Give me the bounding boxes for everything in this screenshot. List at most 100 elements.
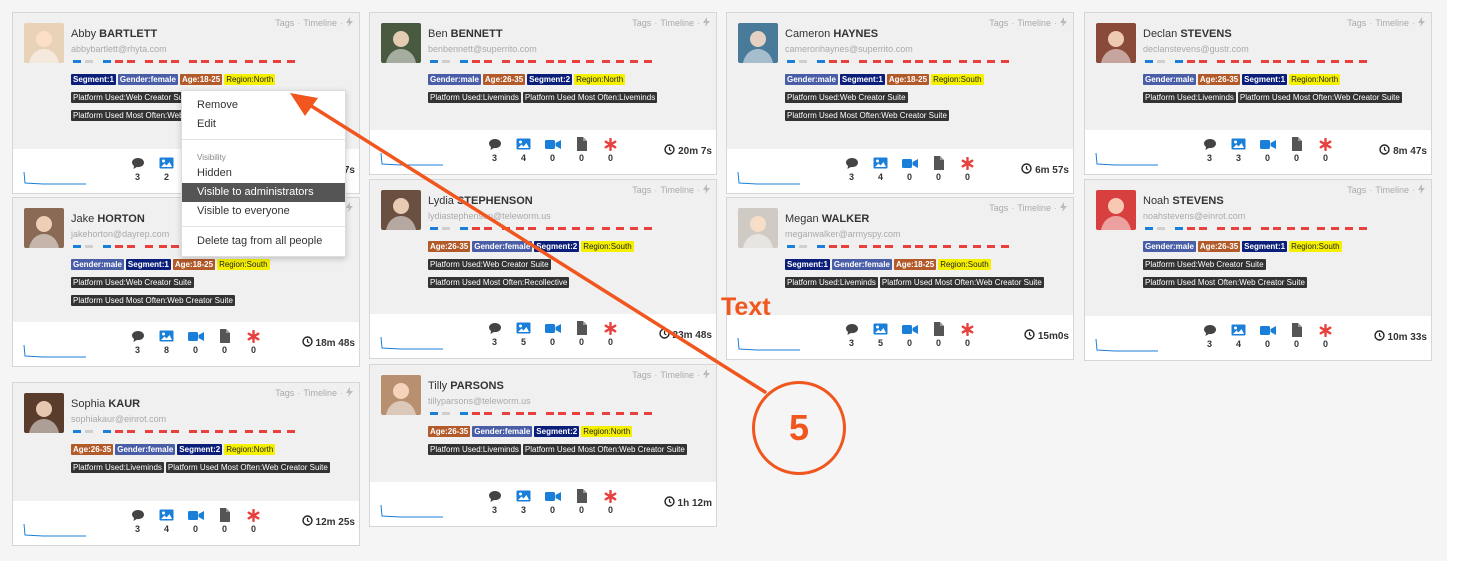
person-name[interactable]: Tilly PARSONS <box>428 380 504 392</box>
stat-item[interactable]: 0 <box>573 137 590 163</box>
stat-item[interactable]: 0 <box>959 322 976 348</box>
tags-link[interactable]: Tags <box>989 18 1008 28</box>
stat-item[interactable]: 0 <box>187 329 204 355</box>
bolt-icon[interactable] <box>1060 17 1067 29</box>
tag-gender[interactable]: Gender:female <box>115 444 176 455</box>
person-card[interactable]: Tags · Timeline · Declan STEVENS declansteven… <box>1084 12 1432 175</box>
person-card[interactable]: Tags · Timeline · Sophia KAUR sophiakaur@einr… <box>12 382 360 546</box>
menu-visible-admins[interactable]: Visible to administrators only <box>182 183 345 217</box>
tag-platform[interactable]: Platform Used Most Often:Web Creator Sui… <box>879 277 1044 288</box>
tag-platform[interactable]: Platform Used Most Often:Web Creator Sui… <box>1237 92 1402 103</box>
tag-region[interactable]: Region:North <box>581 426 633 437</box>
stat-item[interactable]: 3 <box>1201 323 1218 349</box>
stat-item[interactable]: 5 <box>515 321 532 347</box>
tags-link[interactable]: Tags <box>275 18 294 28</box>
person-card[interactable]: Tags · Timeline · Lydia STEPHENSON lydiasteph… <box>369 179 717 359</box>
stat-item[interactable]: 0 <box>544 489 561 515</box>
person-card[interactable]: Tags · Timeline · Megan WALKER meganwalker@ar… <box>726 197 1074 360</box>
tags-link[interactable]: Tags <box>275 388 294 398</box>
tag-region[interactable]: Region:South <box>931 74 984 85</box>
stat-item[interactable]: 0 <box>1259 323 1276 349</box>
stat-item[interactable]: 0 <box>901 322 918 348</box>
avatar[interactable] <box>1096 190 1136 230</box>
stat-item[interactable]: 0 <box>1317 323 1334 349</box>
tag-platform[interactable]: Platform Used Most Often:Web Creator Sui… <box>1143 277 1307 288</box>
person-name[interactable]: Megan WALKER <box>785 213 869 225</box>
bolt-icon[interactable] <box>703 17 710 29</box>
tag-gender[interactable]: Gender:male <box>71 259 124 270</box>
bolt-icon[interactable] <box>346 17 353 29</box>
tag-region[interactable]: Region:South <box>938 259 991 270</box>
tags-link[interactable]: Tags <box>632 185 651 195</box>
tag-platform[interactable]: Platform Used Most Often:Web Creator Sui… <box>71 295 235 306</box>
tag-gender[interactable]: Gender:male <box>785 74 838 85</box>
tag-age[interactable]: Age:26-35 <box>71 444 114 455</box>
person-name[interactable]: Noah STEVENS <box>1143 195 1224 207</box>
bolt-icon[interactable] <box>703 184 710 196</box>
person-name[interactable]: Declan STEVENS <box>1143 28 1232 40</box>
timeline-link[interactable]: Timeline <box>1017 203 1051 213</box>
stat-item[interactable]: 0 <box>602 489 619 515</box>
stat-item[interactable]: 3 <box>1201 137 1218 163</box>
avatar[interactable] <box>1096 23 1136 63</box>
stat-item[interactable]: 0 <box>245 329 262 355</box>
stat-item[interactable]: 0 <box>1317 137 1334 163</box>
stat-item[interactable]: 0 <box>544 321 561 347</box>
tag-platform[interactable]: Platform Used Most Often:Web Creator Sui… <box>785 110 949 121</box>
tag-age[interactable]: Age:26-35 <box>482 74 526 85</box>
tag-region[interactable]: Region:North <box>1289 74 1341 85</box>
tag-segment[interactable]: Segment:2 <box>534 241 580 252</box>
person-name[interactable]: Sophia KAUR <box>71 398 140 410</box>
tag-platform[interactable]: Platform Used:Liveminds <box>71 462 164 473</box>
stat-item[interactable]: 4 <box>158 508 175 534</box>
tags-link[interactable]: Tags <box>632 370 651 380</box>
stat-item[interactable]: 0 <box>930 322 947 348</box>
avatar[interactable] <box>381 190 421 230</box>
stat-item[interactable]: 0 <box>216 508 233 534</box>
tags-link[interactable]: Tags <box>1347 185 1366 195</box>
tag-region[interactable]: Region:North <box>574 74 626 85</box>
person-name[interactable]: Ben BENNETT <box>428 28 503 40</box>
tag-platform[interactable]: Platform Used:Web Creator Suite <box>785 92 908 103</box>
stat-item[interactable]: 3 <box>843 156 860 182</box>
bolt-icon[interactable] <box>1418 17 1425 29</box>
timeline-link[interactable]: Timeline <box>303 388 337 398</box>
tag-gender[interactable]: Gender:female <box>472 426 533 437</box>
person-card[interactable]: Tags · Timeline · Noah STEVENS noahstevens@ei… <box>1084 179 1432 361</box>
tags-link[interactable]: Tags <box>989 203 1008 213</box>
bolt-icon[interactable] <box>1418 184 1425 196</box>
stat-item[interactable]: 0 <box>187 508 204 534</box>
tag-segment[interactable]: Segment:1 <box>839 74 885 85</box>
tag-platform[interactable]: Platform Used Most Often:Liveminds <box>522 92 658 103</box>
stat-item[interactable]: 2 <box>158 156 175 182</box>
menu-delete-all[interactable]: Delete tag from all people <box>182 232 345 251</box>
stat-item[interactable]: 0 <box>573 489 590 515</box>
menu-hidden[interactable]: Hidden <box>182 164 345 183</box>
tag-platform[interactable]: Platform Used:Liveminds <box>785 277 878 288</box>
person-name[interactable]: Abby BARTLETT <box>71 28 157 40</box>
stat-item[interactable]: 3 <box>843 322 860 348</box>
menu-remove[interactable]: Remove <box>182 96 345 115</box>
stat-item[interactable]: 3 <box>486 321 503 347</box>
tag-platform[interactable]: Platform Used Most Often:Web Creator Sui… <box>522 444 687 455</box>
timeline-link[interactable]: Timeline <box>1375 185 1409 195</box>
stat-item[interactable]: 0 <box>602 137 619 163</box>
tag-age[interactable]: Age:26-35 <box>428 426 471 437</box>
avatar[interactable] <box>24 208 64 248</box>
person-name[interactable]: Cameron HAYNES <box>785 28 878 40</box>
menu-edit[interactable]: Edit <box>182 115 345 134</box>
stat-item[interactable]: 3 <box>1230 137 1247 163</box>
tag-platform[interactable]: Platform Used:Web Creator Suite <box>71 92 194 103</box>
stat-item[interactable]: 3 <box>129 329 146 355</box>
tag-age[interactable]: Age:18-25 <box>886 74 930 85</box>
avatar[interactable] <box>381 23 421 63</box>
tag-platform[interactable]: Platform Used Most Often:Recollective <box>428 277 570 288</box>
avatar[interactable] <box>24 393 64 433</box>
stat-item[interactable]: 0 <box>544 137 561 163</box>
tag-age[interactable]: Age:18-25 <box>893 259 937 270</box>
tag-platform[interactable]: Platform Used Most Often:Web Creator Sui… <box>165 462 330 473</box>
person-card[interactable]: Tags · Timeline · Ben BENNETT benbennett@supe… <box>369 12 717 175</box>
tag-gender[interactable]: Gender:female <box>472 241 533 252</box>
tag-platform[interactable]: Platform Used:Web Creator Suite <box>428 259 551 270</box>
person-card[interactable]: Tags · Timeline · Tilly PARSONS tillyparsons@… <box>369 364 717 527</box>
